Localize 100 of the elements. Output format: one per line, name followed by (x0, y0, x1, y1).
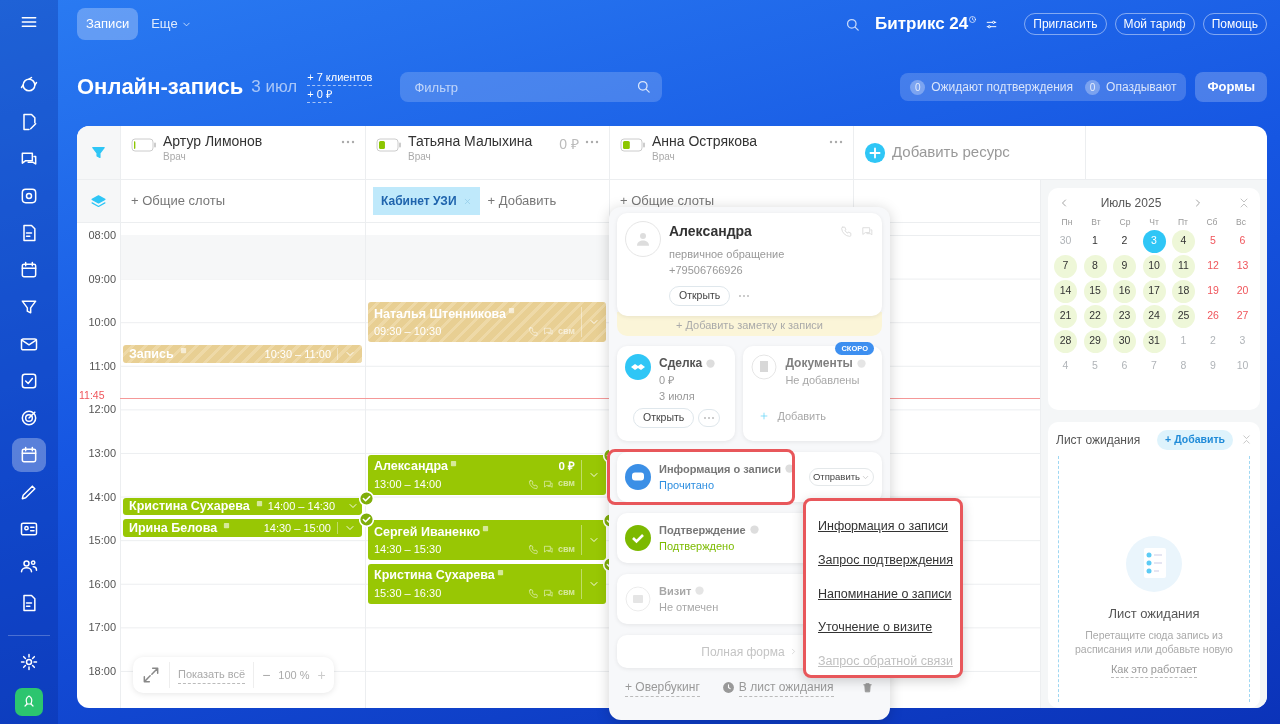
appointment-name: Запись (129, 345, 174, 363)
time-label: 10:00 (87, 315, 117, 330)
calendar-day[interactable]: 13 (1231, 254, 1254, 278)
calendar-day[interactable]: 14 (1054, 279, 1077, 303)
appointment-amount: 0 ₽ (558, 458, 575, 474)
calendar-day[interactable]: 29 (1083, 329, 1107, 353)
calendar-day[interactable]: 20 (1231, 279, 1254, 303)
add-button[interactable]: + Добавить (1157, 430, 1233, 450)
slot-link[interactable]: + Добавить (487, 191, 557, 211)
calendar-day[interactable]: 25 (1172, 304, 1195, 328)
send-button[interactable]: Отправить (808, 467, 874, 487)
appointment-block[interactable]: Сергей Иваненко 14:30 – 15:30 свм (368, 520, 606, 560)
stat-link[interactable]: + 0 ₽ (307, 88, 332, 103)
calendar-day[interactable]: 22 (1083, 304, 1107, 328)
calendar-day[interactable]: 4 (1054, 354, 1077, 378)
calendar-day[interactable]: 31 (1142, 329, 1166, 353)
calendar-day[interactable]: 8 (1083, 254, 1107, 278)
resource-name: Артур Лимонов (163, 134, 264, 150)
counter-button[interactable]: 0 Ожидают подтверждения (904, 78, 1080, 96)
calendar-day[interactable]: 3 (1231, 329, 1254, 353)
open-button[interactable]: Открыть (669, 286, 731, 306)
time-label: 18:00 (87, 663, 117, 678)
forms-button[interactable]: Формы (1195, 72, 1267, 102)
empty-text: Перетащите сюда запись из расписания или добавьте новую (1074, 628, 1234, 657)
zoom-level: 100 % (278, 667, 310, 683)
appointment-block[interactable]: Кристина Сухарева 14:00 – 14:30 (123, 497, 362, 516)
calendar-day[interactable]: 12 (1201, 254, 1225, 278)
calendar-day[interactable]: 17 (1142, 279, 1166, 303)
status-value: Прочитано (659, 478, 715, 493)
stat-link[interactable]: + 7 клиентов (307, 71, 373, 86)
appointment-block[interactable]: Александра 0 ₽ 13:00 – 14:00 свм (368, 455, 606, 495)
calendar-day[interactable]: 15 (1083, 279, 1107, 303)
weekday-label: Вт (1090, 216, 1102, 229)
calendar-day[interactable]: 10 (1231, 354, 1254, 378)
calendar-day[interactable]: 1 (1083, 229, 1107, 253)
calendar-day[interactable]: 30 (1113, 329, 1136, 353)
calendar-day[interactable]: 16 (1113, 279, 1136, 303)
calendar-day[interactable]: 27 (1231, 304, 1254, 328)
calendar-day[interactable]: 28 (1054, 329, 1077, 353)
deal-amount: 0 ₽ (659, 373, 676, 388)
show-all-link[interactable]: Показать всё (178, 666, 246, 684)
menu-item[interactable]: Запрос подтверждения (806, 542, 960, 577)
calendar-day[interactable]: 4 (1172, 229, 1195, 253)
time-label: 14:00 (87, 489, 117, 504)
appointment-name: Кристина Сухарева (374, 567, 495, 585)
calendar-day[interactable]: 18 (1172, 279, 1195, 303)
waitlist-title: Лист ожидания (1056, 431, 1141, 449)
calendar-day[interactable]: 6 (1113, 354, 1136, 378)
client-note: первичное обращение (669, 247, 786, 262)
calendar-day[interactable]: 24 (1142, 304, 1166, 328)
time-label: 12:00 (87, 402, 117, 417)
overbooking-link[interactable]: + Овербукинг (625, 678, 700, 697)
crm-tag: свм (557, 477, 575, 491)
crm-tag: свм (557, 542, 575, 557)
appointment-block[interactable]: Кристина Сухарева 15:30 – 16:30 свм (368, 564, 606, 604)
nav-tab[interactable]: Еще (142, 8, 201, 40)
calendar-day[interactable]: 3 (1142, 229, 1166, 253)
calendar-day[interactable]: 5 (1201, 229, 1225, 253)
calendar-day[interactable]: 2 (1113, 229, 1136, 253)
calendar-day[interactable]: 1 (1172, 329, 1195, 353)
time-label: 08:00 (87, 228, 117, 242)
client-phone: +79506766926 (669, 263, 744, 278)
time-label: 13:00 (87, 445, 117, 460)
calendar-day[interactable]: 26 (1201, 304, 1225, 328)
brand-name: Битрикс 24 (875, 13, 969, 36)
help-link[interactable]: Как это работает (1110, 660, 1198, 679)
calendar-day[interactable]: 21 (1054, 304, 1077, 328)
slot-link[interactable]: + Общие слоты (620, 191, 715, 211)
calendar-day[interactable]: 30 (1054, 229, 1077, 253)
crm-tag: свм (557, 324, 575, 339)
open-button[interactable]: Открыть (633, 408, 695, 428)
calendar-day[interactable]: 19 (1201, 279, 1225, 303)
date-label: 3 июл (251, 76, 298, 99)
calendar-day[interactable]: 11 (1172, 254, 1195, 278)
zoom-out-button[interactable]: − (262, 664, 271, 686)
nav-tab[interactable]: Записи (77, 8, 139, 40)
menu-item[interactable]: Информация о записи (806, 509, 960, 543)
appointment-time: 13:00 – 14:00 (374, 476, 442, 492)
room-tag[interactable]: Кабинет УЗИ (373, 187, 480, 215)
calendar-day[interactable]: 9 (1201, 354, 1225, 378)
appointment-block[interactable]: Ирина Белова 14:30 – 15:00 (123, 519, 362, 538)
time-label: 17:00 (87, 620, 117, 635)
calendar-day[interactable]: 6 (1231, 229, 1254, 253)
weekday-label: Сб (1205, 216, 1219, 229)
weekday-label: Пт (1177, 216, 1189, 229)
calendar-day[interactable]: 9 (1113, 254, 1136, 278)
counter-button[interactable]: 0 Опаздывают (1079, 78, 1183, 96)
calendar-day[interactable]: 7 (1142, 354, 1166, 378)
client-name: Александра (669, 222, 752, 241)
calendar-day[interactable]: 5 (1083, 354, 1107, 378)
status-value: Не отмечен (659, 600, 719, 615)
time-label: 09:00 (87, 271, 117, 286)
add-resource-link[interactable]: Добавить ресурс (892, 141, 1010, 164)
slot-link[interactable]: + Общие слоты (131, 191, 226, 211)
calendar-day[interactable]: 2 (1201, 329, 1225, 353)
calendar-day[interactable]: 23 (1113, 304, 1136, 328)
menu-item[interactable]: Напоминание о записи (806, 576, 960, 611)
calendar-day[interactable]: 7 (1054, 254, 1077, 278)
calendar-day[interactable]: 8 (1172, 354, 1195, 378)
calendar-day[interactable]: 10 (1142, 254, 1166, 278)
